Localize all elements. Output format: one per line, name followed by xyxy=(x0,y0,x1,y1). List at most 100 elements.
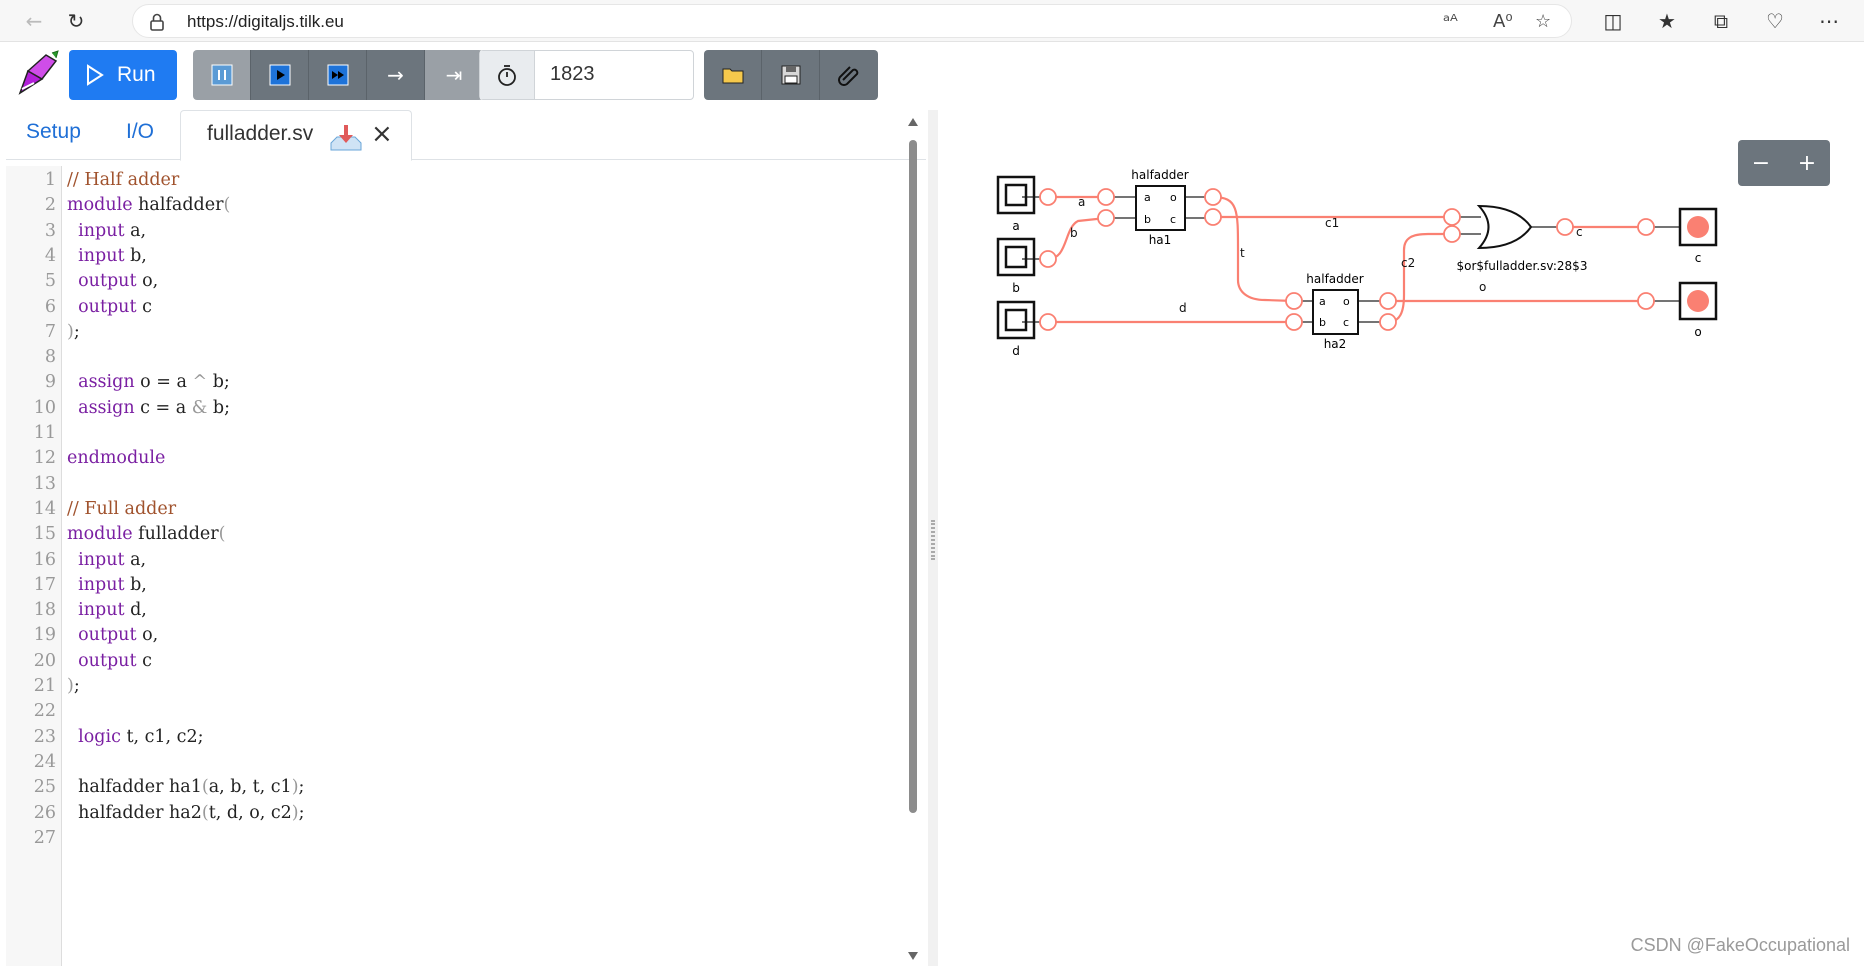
watermark: CSDN @FakeOccupational xyxy=(1630,935,1850,955)
close-tab-icon[interactable]: × xyxy=(371,119,393,149)
favorite-star-icon[interactable]: ☆ xyxy=(1535,11,1551,32)
wire-label-t: t xyxy=(1240,246,1245,260)
tab-fulladder[interactable]: fulladder.sv × xyxy=(180,110,412,161)
tab-setup[interactable]: Setup xyxy=(26,120,81,144)
reload-icon[interactable]: ↻ xyxy=(60,6,92,36)
read-aloud-icon[interactable]: A⁰ xyxy=(1493,11,1513,32)
step-end-icon: ⇥ xyxy=(445,63,463,87)
pane-splitter[interactable] xyxy=(928,110,938,966)
code-text: // Half adder xyxy=(67,170,180,190)
wire-label-c2: c2 xyxy=(1401,256,1415,270)
input-a xyxy=(996,175,1036,215)
zoom-in-button[interactable]: + xyxy=(1784,140,1830,186)
app-toolbar: Run → ⇥ 1823 xyxy=(0,43,1864,105)
wire-label-a: a xyxy=(1078,195,1085,209)
output-c-label: c xyxy=(1695,251,1702,265)
line-number: 13 xyxy=(33,473,56,494)
wire-label-o: o xyxy=(1479,280,1486,294)
or-gate-label: $or$fulladder.sv:28$3 xyxy=(1457,259,1588,273)
run-button[interactable]: Run xyxy=(69,50,177,100)
line-number: 22 xyxy=(33,701,56,722)
link-button[interactable] xyxy=(820,50,878,100)
split-screen-icon[interactable]: ◫ xyxy=(1596,6,1630,36)
line-number: 21 xyxy=(33,676,56,696)
code-text: input b, xyxy=(78,574,147,595)
halfadder-ha2: halfadder ha2 a b o c xyxy=(1306,272,1363,351)
editor-scrollbar[interactable] xyxy=(906,110,920,966)
scroll-thumb[interactable] xyxy=(909,140,917,813)
single-step-button[interactable]: → xyxy=(367,50,425,100)
save-file-button[interactable] xyxy=(762,50,820,100)
collections-icon[interactable]: ⧉ xyxy=(1704,6,1738,36)
line-number: 15 xyxy=(33,524,56,545)
code-line[interactable]: 27 xyxy=(6,828,906,858)
scroll-down-icon[interactable] xyxy=(908,952,918,960)
input-b-label: b xyxy=(1012,281,1020,295)
stopwatch-icon xyxy=(480,51,535,99)
open-file-button[interactable] xyxy=(704,50,762,100)
circuit-diagram[interactable]: a b d halfadder ha1 a b o c halfadder ha… xyxy=(938,110,1864,966)
simulation-controls: → ⇥ xyxy=(193,50,483,100)
pause-button[interactable] xyxy=(193,50,251,100)
ha1-port-b: b xyxy=(1144,213,1151,226)
output-c xyxy=(1678,207,1718,247)
wire-c2 xyxy=(1387,232,1452,324)
fast-forward-button[interactable] xyxy=(309,50,367,100)
ha1-port-c: c xyxy=(1170,213,1176,226)
input-b xyxy=(996,237,1036,277)
line-number: 5 xyxy=(44,271,56,292)
browser-essentials-icon[interactable]: ♡ xyxy=(1758,6,1792,36)
scroll-up-icon[interactable] xyxy=(908,118,918,126)
tick-counter-value: 1823 xyxy=(550,63,595,85)
more-menu-icon[interactable]: ⋯ xyxy=(1812,6,1846,36)
code-text: logic t, c1, c2; xyxy=(78,726,204,747)
input-a-label: a xyxy=(1012,219,1019,233)
synthesize-download-icon[interactable] xyxy=(329,123,363,153)
ha2-port-a: a xyxy=(1319,295,1326,308)
resume-icon xyxy=(269,64,290,86)
code-text: input a, xyxy=(78,220,147,241)
line-number: 6 xyxy=(44,296,56,317)
zoom-controls: − + xyxy=(1738,140,1830,186)
line-number: 19 xyxy=(33,625,56,646)
ha2-name-label: ha2 xyxy=(1324,337,1347,351)
line-number: 27 xyxy=(33,827,56,848)
run-button-label: Run xyxy=(117,63,156,86)
line-number: 16 xyxy=(33,549,56,570)
file-controls xyxy=(704,50,878,100)
line-number: 8 xyxy=(44,347,56,368)
ha1-name-label: ha1 xyxy=(1149,233,1172,247)
zoom-out-button[interactable]: − xyxy=(1738,140,1784,186)
code-text: output o, xyxy=(78,271,159,292)
lock-icon[interactable] xyxy=(149,13,165,31)
halfadder-ha1: halfadder ha1 a b o c xyxy=(1131,168,1188,247)
line-number: 11 xyxy=(33,423,56,443)
translate-icon[interactable]: ᵃᴬ xyxy=(1443,11,1458,32)
code-text: input a, xyxy=(78,549,147,570)
line-number: 20 xyxy=(33,650,56,671)
code-text: output o, xyxy=(78,625,159,646)
line-number: 2 xyxy=(44,195,56,216)
ha2-port-o: o xyxy=(1343,295,1350,308)
address-bar[interactable]: https://digitaljs.tilk.eu ᵃᴬ A⁰ ☆ xyxy=(132,4,1572,38)
back-icon[interactable]: ← xyxy=(18,6,50,36)
line-number: 7 xyxy=(44,321,56,342)
input-d xyxy=(996,300,1036,340)
code-text: assign c = a & b; xyxy=(78,397,231,418)
code-text: // Full adder xyxy=(67,498,177,519)
code-text: input b, xyxy=(78,245,147,266)
favorites-icon[interactable]: ★ xyxy=(1650,6,1684,36)
ha1-port-a: a xyxy=(1144,191,1151,204)
code-editor[interactable]: 1 // Half adder 2 module halfadder(3 input … xyxy=(6,166,906,966)
code-text: halfadder ha2(t, d, o, c2); xyxy=(67,802,305,823)
step-to-next-button[interactable]: ⇥ xyxy=(425,50,483,100)
line-number: 24 xyxy=(33,751,56,772)
ha2-type-label: halfadder xyxy=(1306,272,1363,286)
code-text: input d, xyxy=(78,600,147,621)
tab-io[interactable]: I/O xyxy=(126,120,154,144)
resume-button[interactable] xyxy=(251,50,309,100)
code-text: module halfadder( xyxy=(67,195,231,216)
tick-counter: 1823 xyxy=(479,50,694,100)
fast-forward-icon xyxy=(327,64,348,86)
line-number: 18 xyxy=(33,600,56,621)
